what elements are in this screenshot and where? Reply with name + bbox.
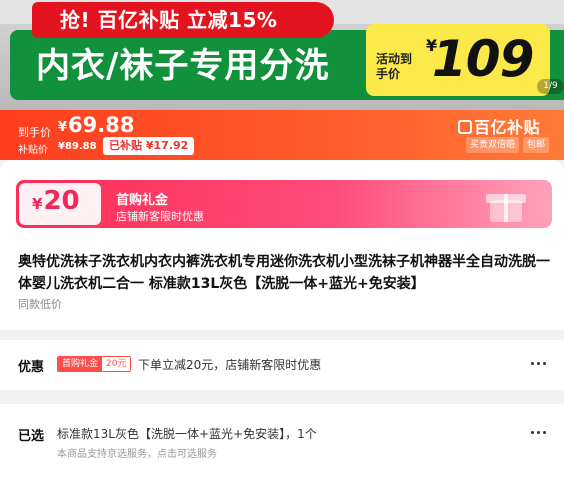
subsidy-price: ¥89.88: [58, 141, 97, 152]
selected-variant: 标准款13L灰色【洗脱一体+蓝光+免安装】，1个: [57, 427, 317, 441]
first-purchase-coupon[interactable]: ¥20 首购礼金 店铺新客限时优惠: [16, 180, 552, 228]
discount-badge-left: 首购礼金: [58, 357, 103, 371]
subsidy-brand-logo: 百亿补贴: [458, 114, 540, 138]
subsidy-logo-icon: [458, 120, 472, 134]
discount-label: 优惠: [18, 360, 45, 375]
coupon-currency: ¥: [32, 195, 43, 213]
discount-badge: 首购礼金 20元: [57, 356, 132, 372]
final-price-label: 到手价: [18, 126, 51, 139]
guarantee-tag: 买贵双倍赔: [466, 137, 520, 153]
gift-icon: [486, 188, 526, 222]
service-note: 本商品支持京选服务，点击可选服务: [57, 449, 217, 460]
coupon-value: 20: [43, 186, 80, 216]
banner-price: 109: [432, 30, 534, 88]
coupon-title: 首购礼金: [116, 193, 169, 208]
product-page: 抢! 百亿补贴 立减15% 内衣/袜子专用分洗 活动到手价 ¥ 109 1/9 …: [0, 0, 564, 478]
subsidy-brand-text: 百亿补贴: [474, 118, 541, 137]
product-title: 奥特优洗袜子洗衣机内衣内裤洗衣机专用迷你洗衣机小型洗袜子机神器半全自动洗脱一体婴…: [18, 254, 550, 292]
selection-label: 已选: [18, 429, 45, 444]
banner-price-label: 活动到手价: [376, 52, 413, 81]
same-price-note[interactable]: 同款低价: [18, 296, 62, 312]
coupon-amount: ¥20: [32, 186, 80, 216]
guarantee-tags: 买贵双倍赔 包邮: [466, 137, 550, 153]
coupon-description: 店铺新客限时优惠: [116, 210, 204, 223]
subsidy-price-label: 补贴价: [18, 145, 48, 156]
promo-pill: 抢! 百亿补贴 立减15%: [32, 2, 334, 38]
banner-price-box: 活动到手价 ¥ 109: [366, 24, 550, 96]
product-image-carousel[interactable]: 抢! 百亿补贴 立减15% 内衣/袜子专用分洗 活动到手价 ¥ 109 1/9: [0, 0, 564, 110]
discount-badge-right: 20元: [102, 357, 131, 371]
banner-slogan: 内衣/袜子专用分洗: [36, 46, 330, 86]
saved-amount-badge: 已补贴 ¥17.92: [103, 137, 195, 155]
guarantee-tag: 包邮: [523, 137, 550, 153]
carousel-page-indicator: 1/9: [537, 79, 564, 94]
final-price-symbol: ¥: [58, 120, 68, 135]
final-price: 69.88: [68, 113, 135, 137]
more-icon[interactable]: [528, 362, 548, 368]
discount-text: 下单立减20元，店铺新客限时优惠: [138, 358, 322, 372]
more-icon[interactable]: [528, 431, 548, 437]
